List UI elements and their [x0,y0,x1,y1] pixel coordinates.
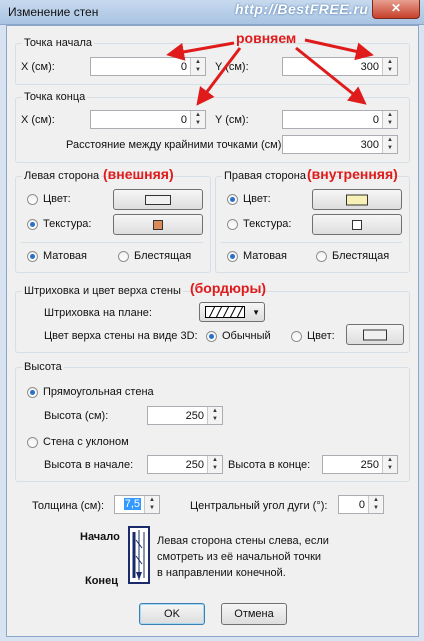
annotation-arrows [166,38,374,106]
annotation-align: ровняем [236,30,297,46]
annotation-outer: (внешняя) [103,166,174,182]
annotation-arrow-group [166,38,374,106]
annotation-inner: (внутренняя) [307,166,398,182]
annotation-borders: (бордюры) [190,280,267,296]
